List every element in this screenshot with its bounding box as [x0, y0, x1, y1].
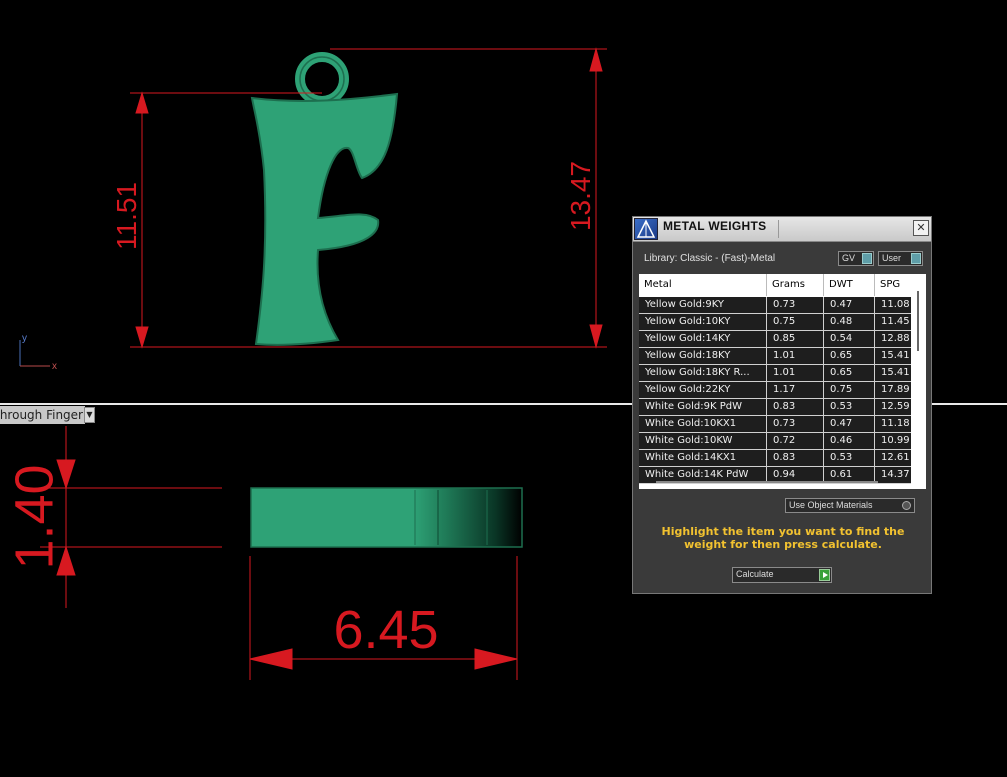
svg-text:y: y [22, 333, 27, 344]
cell-grams: 0.75 [767, 314, 824, 330]
cell-spg: 17.89 [881, 384, 910, 395]
table-row[interactable]: Yellow Gold:9KY 0.73 0.47 11.08 [639, 297, 911, 314]
cell-spg: 15.41 [881, 367, 910, 378]
table-header: Metal Grams DWT SPG [639, 274, 916, 296]
cell-dwt: 0.65 [824, 348, 875, 364]
play-icon[interactable] [819, 569, 830, 581]
cell-grams: 0.85 [767, 331, 824, 347]
cell-metal: White Gold:10KX1 [639, 416, 767, 432]
cell-metal: Yellow Gold:18KY R... [639, 365, 767, 381]
column-header-grams[interactable]: Grams [767, 274, 824, 296]
cell-grams: 1.01 [767, 348, 824, 364]
instruction-text: Highlight the item you want to find the … [661, 525, 905, 551]
cell-dwt: 0.47 [824, 416, 875, 432]
svg-text:x: x [52, 361, 57, 372]
dimension-width: 6.45 [333, 600, 438, 660]
panel-titlebar[interactable]: METAL WEIGHTS ✕ [633, 217, 931, 242]
cell-grams: 0.73 [767, 416, 824, 432]
cell-metal: White Gold:14KX1 [639, 450, 767, 466]
cell-metal: Yellow Gold:14KY [639, 331, 767, 347]
cell-metal: Yellow Gold:22KY [639, 382, 767, 398]
table-body: Yellow Gold:9KY 0.73 0.47 11.08 Yellow Gold:… [639, 297, 911, 484]
viewport-view-label: hrough Finger [0, 408, 83, 422]
cell-spg: 14.37 [881, 469, 910, 480]
cell-metal: Yellow Gold:10KY [639, 314, 767, 330]
cell-metal: Yellow Gold:9KY [639, 297, 767, 313]
app-logo-icon [634, 218, 658, 240]
cell-spg: 15.41 [881, 350, 910, 361]
user-toggle[interactable]: User [878, 251, 923, 266]
close-icon[interactable]: ✕ [913, 220, 929, 236]
dimension-thickness: 1.40 [4, 464, 64, 569]
dimension-lines-bottom [40, 426, 518, 680]
user-label: User [882, 253, 902, 263]
cell-dwt: 0.46 [824, 433, 875, 449]
calculate-label: Calculate [736, 569, 774, 579]
metal-table[interactable]: Metal Grams DWT SPG Yellow Gold:9KY 0.73 0… [639, 274, 926, 489]
dimension-front-height: 11.51 [111, 182, 142, 250]
use-object-materials-label: Use Object Materials [789, 500, 873, 510]
table-row[interactable]: Yellow Gold:18KY 1.01 0.65 15.41 [639, 348, 911, 365]
chevron-down-icon[interactable]: ▼ [84, 407, 95, 423]
vertical-scrollbar[interactable] [917, 291, 919, 351]
table-row[interactable]: Yellow Gold:14KY 0.85 0.54 12.88 [639, 331, 911, 348]
cell-grams: 1.17 [767, 382, 824, 398]
table-row[interactable]: White Gold:10KX1 0.73 0.47 11.18 [639, 416, 911, 433]
cell-dwt: 0.54 [824, 331, 875, 347]
cell-dwt: 0.65 [824, 365, 875, 381]
letter-f-shape [250, 92, 399, 346]
cell-spg: 12.59 [881, 401, 910, 412]
cell-dwt: 0.75 [824, 382, 875, 398]
column-header-spg[interactable]: SPG [875, 274, 911, 296]
axis-indicator: y x [19, 333, 57, 372]
panel-title: METAL WEIGHTS [663, 219, 767, 233]
cell-grams: 0.73 [767, 297, 824, 313]
cell-spg: 12.88 [881, 333, 910, 344]
gv-toggle[interactable]: GV [838, 251, 874, 266]
viewport-view-dropdown[interactable]: hrough Finger [0, 406, 85, 424]
column-header-dwt[interactable]: DWT [824, 274, 875, 296]
cell-grams: 0.72 [767, 433, 824, 449]
cell-grams: 0.83 [767, 399, 824, 415]
cell-spg: 10.99 [881, 435, 910, 446]
cell-metal: Yellow Gold:18KY [639, 348, 767, 364]
cell-dwt: 0.48 [824, 314, 875, 330]
cell-spg: 12.61 [881, 452, 910, 463]
table-row[interactable]: Yellow Gold:18KY R... 1.01 0.65 15.41 [639, 365, 911, 382]
gv-label: GV [842, 253, 856, 263]
title-divider [778, 220, 779, 238]
cell-metal: White Gold:9K PdW [639, 399, 767, 415]
table-row[interactable]: White Gold:14KX1 0.83 0.53 12.61 [639, 450, 911, 467]
cell-dwt: 0.53 [824, 450, 875, 466]
gv-toggle-button[interactable] [862, 253, 872, 264]
pendant-side-view [250, 487, 523, 548]
cell-spg: 11.08 [881, 299, 910, 310]
cell-grams: 1.01 [767, 365, 824, 381]
pendant-front-view [250, 52, 399, 346]
cell-metal: White Gold:10KW [639, 433, 767, 449]
user-toggle-button[interactable] [911, 253, 921, 264]
dimension-total-height: 13.47 [565, 161, 596, 231]
table-row[interactable]: White Gold:9K PdW 0.83 0.53 12.59 [639, 399, 911, 416]
metal-weights-panel: METAL WEIGHTS ✕ Library: Classic - (Fast… [632, 216, 932, 594]
cell-grams: 0.83 [767, 450, 824, 466]
calculate-button[interactable]: Calculate [732, 567, 832, 583]
horizontal-scrollbar[interactable] [656, 481, 878, 483]
cell-spg: 11.18 [881, 418, 910, 429]
cell-spg: 11.45 [881, 316, 910, 327]
dimension-lines-top [130, 47, 607, 349]
column-header-metal[interactable]: Metal [639, 274, 767, 296]
cell-dwt: 0.47 [824, 297, 875, 313]
radio-icon[interactable] [902, 501, 911, 510]
cell-dwt: 0.53 [824, 399, 875, 415]
library-label: Library: Classic - (Fast)-Metal [644, 253, 776, 264]
use-object-materials-toggle[interactable]: Use Object Materials [785, 498, 915, 513]
table-row[interactable]: White Gold:10KW 0.72 0.46 10.99 [639, 433, 911, 450]
table-row[interactable]: Yellow Gold:22KY 1.17 0.75 17.89 [639, 382, 911, 399]
table-row[interactable]: Yellow Gold:10KY 0.75 0.48 11.45 [639, 314, 911, 331]
